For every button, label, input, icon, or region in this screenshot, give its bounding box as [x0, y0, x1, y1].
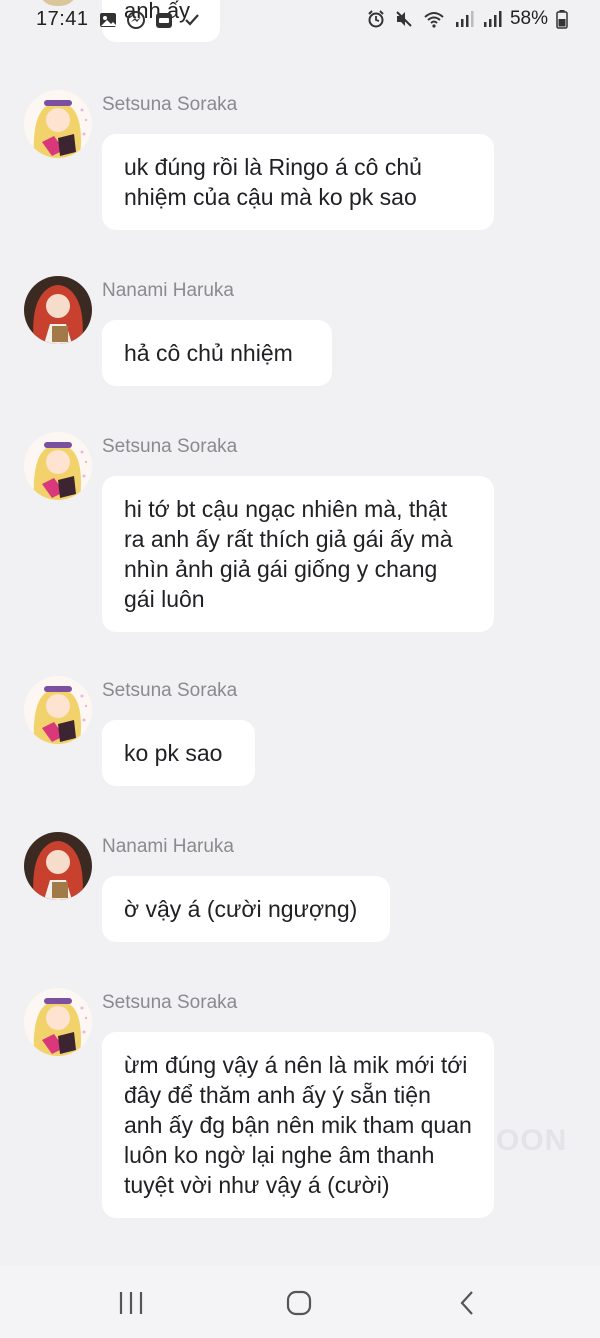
back-icon	[460, 1291, 473, 1315]
home-button[interactable]	[279, 1288, 319, 1318]
recents-icon	[119, 1292, 143, 1314]
mute-icon	[396, 11, 412, 27]
message-text: uk đúng rồi là Ringo á cô chủ nhiệm của …	[124, 154, 422, 210]
message-bubble[interactable]: hả cô chủ nhiệm	[102, 320, 332, 386]
avatar[interactable]	[24, 676, 92, 744]
message-text: hả cô chủ nhiệm	[124, 340, 293, 366]
status-bar: 17:41 58%	[0, 0, 600, 40]
wifi-icon	[424, 12, 444, 28]
sender-name: Setsuna Soraka	[102, 94, 238, 115]
sender-name: Nanami Haruka	[102, 836, 234, 857]
sender-name: Nanami Haruka	[102, 280, 234, 301]
avatar[interactable]	[24, 832, 92, 900]
message-bubble[interactable]: ừm đúng vậy á nên là mik mới tới đây để …	[102, 1032, 494, 1218]
status-time: 17:41	[36, 8, 89, 30]
blonde-avatar-icon	[24, 432, 92, 500]
chat-screen: anh ấy 17:41 58% Setsuna Soraka uk đúng …	[0, 0, 600, 1338]
message-bubble[interactable]: ờ vậy á (cười ngượng)	[102, 876, 390, 942]
message-bubble[interactable]: hi tớ bt cậu ngạc nhiên mà, thật ra anh …	[102, 476, 494, 632]
image-icon	[100, 13, 116, 27]
redhead-avatar-icon	[24, 276, 92, 344]
home-icon	[286, 1290, 312, 1316]
blonde-avatar-icon	[24, 90, 92, 158]
recents-button[interactable]	[111, 1288, 151, 1318]
app-icon	[156, 13, 172, 28]
blonde-avatar-icon	[24, 676, 92, 744]
back-button[interactable]	[447, 1288, 487, 1318]
sender-name: Setsuna Soraka	[102, 992, 238, 1013]
sender-name: Setsuna Soraka	[102, 680, 238, 701]
redhead-avatar-icon	[24, 832, 92, 900]
avatar[interactable]	[24, 988, 92, 1056]
signal-icon	[455, 11, 474, 27]
avatar[interactable]	[24, 276, 92, 344]
system-icons: 58%	[366, 8, 568, 30]
message-text: hi tớ bt cậu ngạc nhiên mà, thật ra anh …	[124, 496, 453, 612]
sender-name: Setsuna Soraka	[102, 436, 238, 457]
avatar[interactable]	[24, 90, 92, 158]
message-text: ko pk sao	[124, 740, 223, 766]
battery-percent: 58%	[509, 8, 548, 29]
check-icon	[185, 14, 199, 26]
avatar[interactable]	[24, 432, 92, 500]
alarm-icon	[368, 10, 384, 28]
message-text: ờ vậy á (cười ngượng)	[124, 896, 358, 922]
message-bubble[interactable]: uk đúng rồi là Ringo á cô chủ nhiệm của …	[102, 134, 494, 230]
notification-icons	[98, 10, 202, 30]
battery-icon	[556, 10, 568, 29]
message-bubble[interactable]: ko pk sao	[102, 720, 255, 786]
blonde-avatar-icon	[24, 988, 92, 1056]
navigation-bar	[0, 1266, 600, 1338]
message-text: ừm đúng vậy á nên là mik mới tới đây để …	[124, 1052, 472, 1198]
signal-icon	[483, 11, 502, 27]
messenger-icon	[127, 11, 145, 29]
watermark: OON	[496, 1124, 568, 1157]
